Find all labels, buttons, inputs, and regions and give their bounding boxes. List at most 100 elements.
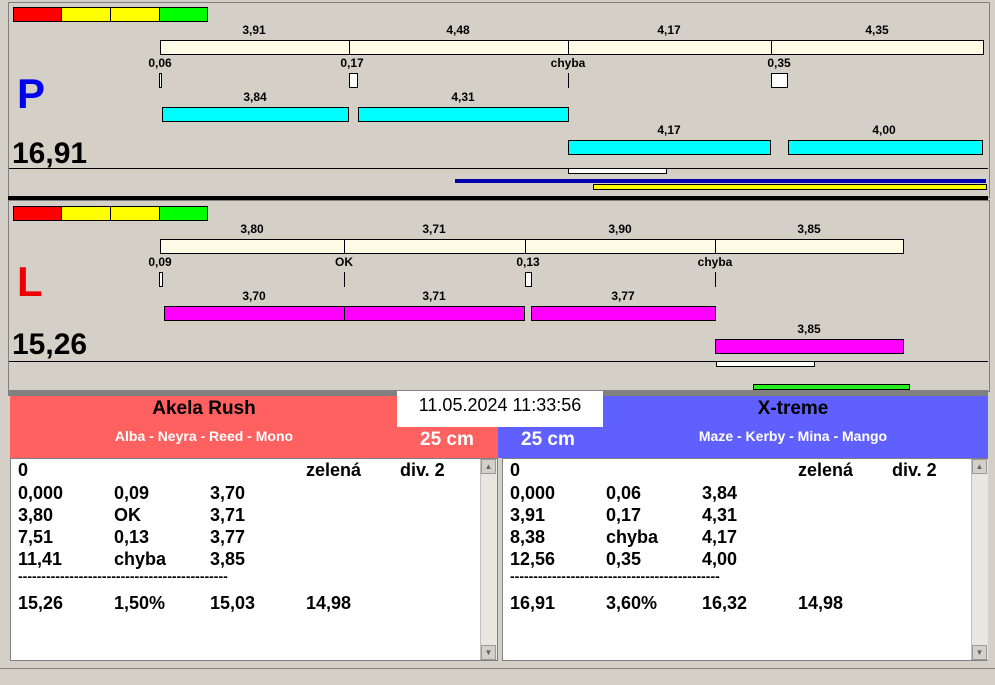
reaction-box: [525, 272, 532, 287]
result-cell: 0,000: [18, 483, 64, 503]
scroll-up-icon[interactable]: ▲: [481, 459, 496, 474]
result-cell: 12,56: [510, 549, 556, 569]
run-bar: [162, 107, 349, 122]
summary-cell: 16,32: [702, 593, 748, 613]
reaction-box: [349, 73, 358, 88]
result-cell: chyba: [606, 527, 659, 547]
separator-line: ----------------------------------------…: [510, 568, 720, 584]
segment-bar: [715, 239, 904, 254]
segment-bar: [349, 40, 569, 55]
run-bar: [344, 306, 525, 321]
run-label: 3,77: [611, 289, 635, 303]
summary-cell: 15,03: [210, 593, 256, 613]
total-time-p: 16,91: [12, 137, 88, 170]
result-cell: 8,38: [510, 527, 546, 547]
run-bar: [715, 339, 904, 354]
result-cell: 7,51: [18, 527, 54, 547]
lane-letter-l: L: [17, 258, 43, 305]
separator-line: ----------------------------------------…: [18, 568, 228, 584]
left-team-dogs: Alba - Neyra - Reed - Mono: [114, 428, 294, 444]
seg-label: 3,80: [240, 222, 264, 236]
summary-cell: 15,26: [18, 593, 64, 613]
result-cell: 0,35: [606, 549, 642, 569]
run-label: 3,84: [243, 90, 267, 104]
result-cell: 11,41: [18, 549, 63, 569]
summary-cell: 3,60%: [606, 593, 658, 613]
run-label: 4,31: [451, 90, 475, 104]
reaction-label: 0,09: [148, 255, 172, 269]
reaction-box: [159, 272, 163, 287]
summary-cell: 1,50%: [114, 593, 166, 613]
status-bar: [0, 668, 995, 685]
result-cell: 0,09: [114, 483, 150, 503]
run-label: 4,00: [872, 123, 896, 137]
seg-label: 3,90: [608, 222, 632, 236]
result-cell: OK: [114, 505, 141, 525]
segment-bar: [568, 40, 772, 55]
lane-letter-p: P: [17, 70, 46, 117]
run-bar: [531, 306, 716, 321]
summary-cell: 14,98: [306, 593, 352, 613]
scroll-down-icon[interactable]: ▼: [972, 645, 987, 660]
run-bar: [788, 140, 983, 155]
right-results-panel[interactable]: [502, 458, 988, 661]
result-cell: 4,00: [702, 549, 738, 569]
reaction-label: 0,13: [516, 255, 540, 269]
reaction-label: 0,35: [767, 56, 791, 70]
run-label: 4,17: [657, 123, 681, 137]
right-team-dogs: Maze - Kerby - Mina - Mango: [698, 428, 888, 444]
result-cell: 3,77: [210, 527, 246, 547]
run-label: 3,71: [422, 289, 446, 303]
left-results-panel[interactable]: [10, 458, 498, 661]
reaction-label: chyba: [697, 255, 733, 269]
result-cell: 3,84: [702, 483, 738, 503]
segment-bar: [344, 239, 526, 254]
segment-bar: [160, 40, 350, 55]
reaction-label: 0,06: [148, 56, 172, 70]
seg-label: 4,35: [865, 23, 889, 37]
result-cell: 3,85: [210, 549, 246, 569]
result-cell: 0: [18, 460, 29, 480]
baseline: [9, 361, 988, 362]
reaction-tick: [715, 272, 716, 287]
left-scrollbar[interactable]: ▲ ▼: [480, 459, 497, 660]
reaction-box: [159, 73, 162, 88]
segment-bar: [771, 40, 984, 55]
seg-label: 4,17: [657, 23, 681, 37]
result-cell: 0,13: [114, 527, 150, 547]
reaction-label: OK: [335, 255, 353, 269]
result-cell: zelená: [798, 460, 854, 480]
progress-white: [716, 361, 815, 367]
seg-label: 3,91: [242, 23, 266, 37]
summary-cell: 14,98: [798, 593, 844, 613]
seg-label: 3,71: [422, 222, 446, 236]
run-bar: [568, 140, 771, 155]
right-scrollbar[interactable]: ▲ ▼: [971, 459, 988, 660]
reaction-tick: [568, 73, 569, 88]
scroll-down-icon[interactable]: ▼: [481, 645, 496, 660]
seg-label: 3,85: [797, 222, 821, 236]
progress-blue: [455, 179, 986, 183]
result-cell: zelená: [306, 460, 362, 480]
result-cell: 0,000: [510, 483, 556, 503]
run-label: 3,85: [797, 322, 821, 336]
result-cell: 3,70: [210, 483, 246, 503]
result-cell: 0: [510, 460, 521, 480]
left-team-name: Akela Rush: [152, 398, 256, 419]
result-cell: 4,31: [702, 505, 738, 525]
result-cell: 4,17: [702, 527, 738, 547]
left-size: 25 cm: [420, 429, 474, 450]
baseline: [9, 168, 988, 169]
datetime: 11.05.2024 11:33:56: [397, 391, 603, 427]
result-cell: div. 2: [400, 460, 445, 480]
reaction-tick: [344, 272, 345, 287]
result-cell: 3,91: [510, 505, 546, 525]
seg-label: 4,48: [446, 23, 470, 37]
track-panel-l: [8, 200, 990, 392]
summary-cell: 16,91: [510, 593, 556, 613]
result-cell: 3,80: [18, 505, 54, 525]
result-cell: chyba: [114, 549, 167, 569]
scroll-up-icon[interactable]: ▲: [972, 459, 987, 474]
progress-yellow: [593, 184, 987, 190]
progress-white: [568, 168, 667, 174]
